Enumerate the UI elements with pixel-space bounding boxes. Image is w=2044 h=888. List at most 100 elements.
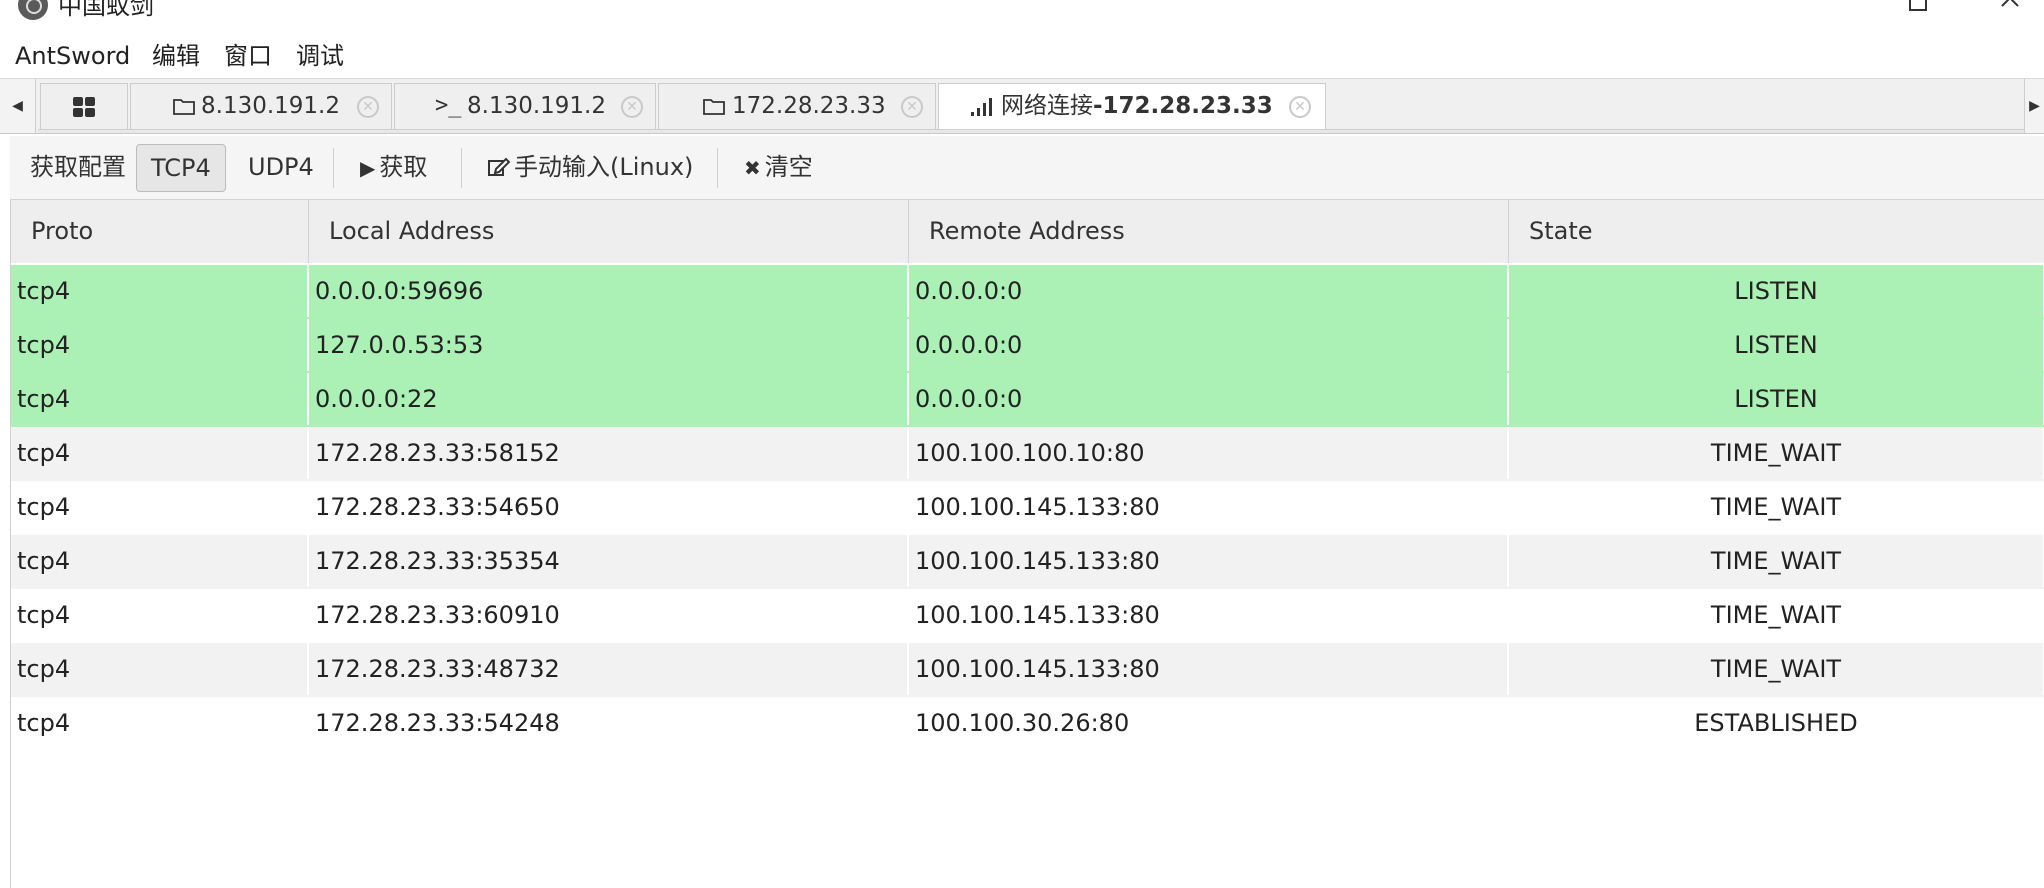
table-header: Proto Local Address Remote Address State [11, 200, 2044, 263]
tab-scroll-left-button[interactable]: ◀ [0, 79, 36, 133]
cell-proto: tcp4 [11, 589, 309, 641]
menu-debug[interactable]: 调试 [296, 42, 344, 70]
clear-label: 清空 [764, 153, 813, 181]
menu-window[interactable]: 窗口 [224, 42, 272, 70]
cell-local-address: 172.28.23.33:54650 [309, 481, 909, 533]
cell-state: TIME_WAIT [1509, 535, 2044, 587]
play-icon: ▶ [360, 156, 376, 180]
cell-state: LISTEN [1509, 373, 2044, 425]
table-row[interactable]: tcp4 172.28.23.33:54248 100.100.30.26:80 ES… [11, 697, 2044, 751]
signal-icon [971, 98, 992, 116]
cell-proto: tcp4 [11, 697, 309, 749]
folder-icon [173, 99, 195, 115]
cell-state: TIME_WAIT [1509, 481, 2044, 533]
cell-state: LISTEN [1509, 319, 2044, 371]
tcp4-button[interactable]: TCP4 [136, 144, 226, 192]
cell-remote-address: 100.100.30.26:80 [909, 697, 1509, 749]
maximize-icon [1909, 0, 1927, 11]
tab-label: 172.28.23.33 [732, 93, 886, 119]
column-header-state[interactable]: State [1509, 200, 2044, 263]
tab-network-connections[interactable]: 网络连接-172.28.23.33 ✕ [938, 83, 1326, 131]
column-header-remote-address[interactable]: Remote Address [909, 200, 1509, 263]
manual-input-label: 手动输入(Linux) [514, 153, 694, 181]
grid-icon [73, 97, 95, 117]
tab-underline [38, 129, 2024, 133]
tab-label: 8.130.191.2 [201, 93, 340, 119]
table-row[interactable]: tcp4 172.28.23.33:54650 100.100.145.133:80… [11, 481, 2044, 535]
table-row[interactable]: tcp4 172.28.23.33:35354 100.100.145.133:80… [11, 535, 2044, 589]
cell-local-address: 127.0.0.53:53 [309, 319, 909, 371]
cell-state: TIME_WAIT [1509, 427, 2044, 479]
tab-label-prefix: 网络连接 [1001, 93, 1093, 119]
clear-button[interactable]: ✖ 清空 [744, 144, 813, 192]
close-icon [2001, 0, 2019, 7]
tab-close-icon[interactable]: ✕ [357, 96, 379, 118]
table-row[interactable]: tcp4 127.0.0.53:53 0.0.0.0:0 LISTEN [11, 319, 2044, 373]
tab-file-manager-1[interactable]: 8.130.191.2 ✕ [130, 83, 392, 129]
cell-proto: tcp4 [11, 373, 309, 425]
cell-proto: tcp4 [11, 481, 309, 533]
menu-edit[interactable]: 编辑 [152, 42, 200, 70]
cell-state: ESTABLISHED [1509, 697, 2044, 749]
cell-remote-address: 0.0.0.0:0 [909, 373, 1509, 425]
cell-local-address: 172.28.23.33:60910 [309, 589, 909, 641]
fetch-button[interactable]: ▶ 获取 [360, 144, 427, 192]
cell-remote-address: 100.100.145.133:80 [909, 535, 1509, 587]
cell-local-address: 172.28.23.33:48732 [309, 643, 909, 695]
cell-proto: tcp4 [11, 265, 309, 317]
menu-antsword[interactable]: AntSword [15, 42, 130, 70]
connections-table: Proto Local Address Remote Address State… [10, 200, 2044, 888]
tab-label: 8.130.191.2 [467, 93, 606, 119]
cell-remote-address: 0.0.0.0:0 [909, 265, 1509, 317]
manual-input-button[interactable]: 手动输入(Linux) [488, 144, 693, 192]
tab-close-icon[interactable]: ✕ [1289, 96, 1311, 118]
cell-local-address: 172.28.23.33:35354 [309, 535, 909, 587]
cell-remote-address: 100.100.100.10:80 [909, 427, 1509, 479]
column-header-proto[interactable]: Proto [11, 200, 309, 263]
cell-proto: tcp4 [11, 535, 309, 587]
cell-local-address: 0.0.0.0:59696 [309, 265, 909, 317]
tab-close-icon[interactable]: ✕ [901, 96, 923, 118]
cell-remote-address: 100.100.145.133:80 [909, 643, 1509, 695]
title-bar: 中国蚁剑 [0, 0, 2044, 34]
table-row[interactable]: tcp4 0.0.0.0:59696 0.0.0.0:0 LISTEN [11, 265, 2044, 319]
minimize-icon [1817, 0, 1839, 14]
fetch-label: 获取 [379, 153, 428, 181]
cell-proto: tcp4 [11, 643, 309, 695]
udp4-button[interactable]: UDP4 [248, 144, 314, 192]
cell-remote-address: 100.100.145.133:80 [909, 481, 1509, 533]
tab-home[interactable] [40, 83, 128, 129]
maximize-button[interactable] [1898, 0, 1938, 24]
table-row[interactable]: tcp4 0.0.0.0:22 0.0.0.0:0 LISTEN [11, 373, 2044, 427]
window-title: 中国蚁剑 [58, 0, 154, 20]
cell-remote-address: 100.100.145.133:80 [909, 589, 1509, 641]
folder-icon [703, 99, 725, 115]
cell-state: TIME_WAIT [1509, 589, 2044, 641]
edit-icon [488, 157, 511, 176]
tab-file-manager-2[interactable]: 172.28.23.33 ✕ [658, 83, 936, 129]
tab-close-icon[interactable]: ✕ [621, 96, 643, 118]
table-row[interactable]: tcp4 172.28.23.33:58152 100.100.100.10:80 T… [11, 427, 2044, 481]
antsword-logo-icon [18, 0, 48, 20]
terminal-icon: >_ [435, 93, 462, 118]
column-header-local-address[interactable]: Local Address [309, 200, 909, 263]
cell-remote-address: 0.0.0.0:0 [909, 319, 1509, 371]
minimize-button[interactable] [1808, 0, 1848, 24]
cell-proto: tcp4 [11, 319, 309, 371]
tab-scroll-right-button[interactable]: ▶ [2024, 79, 2044, 133]
get-config-label: 获取配置 [30, 153, 126, 181]
toolbar-separator [717, 148, 718, 188]
cell-state: TIME_WAIT [1509, 643, 2044, 695]
table-row[interactable]: tcp4 172.28.23.33:60910 100.100.145.133:80… [11, 589, 2044, 643]
cell-proto: tcp4 [11, 427, 309, 479]
tab-label: 网络连接-172.28.23.33 [1001, 84, 1273, 128]
toolbar-separator [333, 148, 334, 188]
cell-state: LISTEN [1509, 265, 2044, 317]
tab-terminal[interactable]: >_ 8.130.191.2 ✕ [394, 83, 656, 129]
cell-local-address: 172.28.23.33:58152 [309, 427, 909, 479]
tab-label-host: -172.28.23.33 [1093, 93, 1273, 119]
menu-bar: AntSword 编辑 窗口 调试 [0, 34, 2044, 78]
close-window-button[interactable] [1990, 0, 2030, 24]
table-row[interactable]: tcp4 172.28.23.33:48732 100.100.145.133:80… [11, 643, 2044, 697]
tab-bar: ◀ 8.130.191.2 ✕ >_ 8.130.191.2 ✕ 172.28.… [0, 78, 2044, 134]
